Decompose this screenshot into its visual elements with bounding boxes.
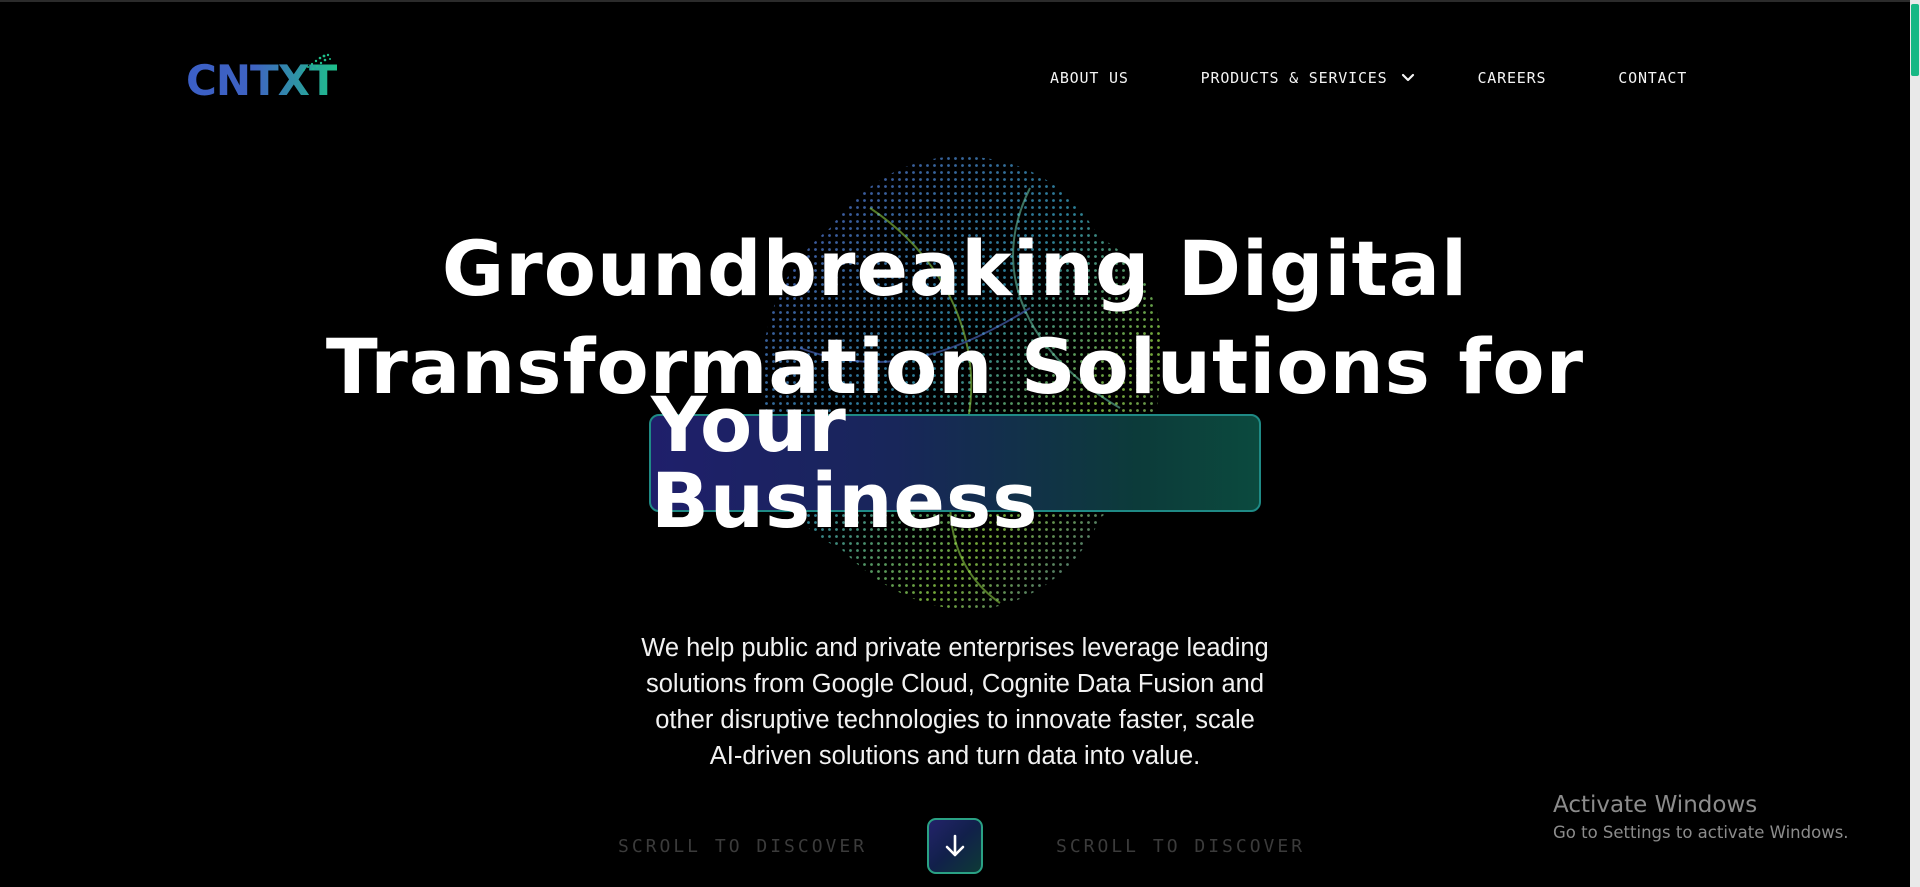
hero-title-line-1: Groundbreaking Digital — [441, 224, 1469, 313]
scroll-to-discover-left: SCROLL TO DISCOVER — [618, 836, 868, 857]
nav-products-services[interactable]: PRODUCTS & SERVICES — [1201, 69, 1416, 87]
hero-subtitle-line: AI-driven solutions and turn data into v… — [709, 742, 1201, 770]
scroll-down-button[interactable] — [927, 818, 983, 874]
nav-products-services-label: PRODUCTS & SERVICES — [1200, 69, 1388, 87]
watermark-subtitle: Go to Settings to activate Windows. — [1553, 823, 1849, 842]
nav-careers[interactable]: CAREERS — [1477, 69, 1546, 87]
hero-title-highlight: Your Business — [649, 387, 1261, 539]
hero-subtitle-line: solutions from Google Cloud, Cognite Dat… — [645, 670, 1264, 698]
logo-spark-icon — [303, 53, 331, 71]
nav-careers-label: CAREERS — [1477, 69, 1547, 87]
chevron-down-icon[interactable] — [1401, 73, 1415, 83]
nav-about-us-label: ABOUT US — [1050, 69, 1129, 87]
hero-subtitle-line: We help public and private enterprises l… — [641, 634, 1269, 662]
hero-title-highlight-text: Your Business — [651, 380, 1039, 545]
nav-contact[interactable]: CONTACT — [1618, 69, 1687, 87]
scrollbar-thumb[interactable] — [1911, 4, 1919, 76]
arrow-down-icon — [945, 834, 965, 857]
window-top-border — [0, 0, 1920, 2]
windows-activation-watermark: Activate Windows Go to Settings to activ… — [1553, 790, 1849, 846]
nav-about-us[interactable]: ABOUT US — [1050, 69, 1129, 87]
nav-contact-label: CONTACT — [1618, 69, 1688, 87]
scrollbar[interactable] — [1910, 0, 1920, 887]
scroll-to-discover-right: SCROLL TO DISCOVER — [1056, 836, 1306, 857]
logo[interactable]: CNTXT — [186, 53, 346, 105]
watermark-title: Activate Windows — [1553, 792, 1758, 818]
hero-subtitle: We help public and private enterprises l… — [600, 630, 1310, 774]
hero-subtitle-line: other disruptive technologies to innovat… — [655, 706, 1255, 734]
main-nav: ABOUT US PRODUCTS & SERVICES CAREERS CON… — [1050, 66, 1687, 90]
